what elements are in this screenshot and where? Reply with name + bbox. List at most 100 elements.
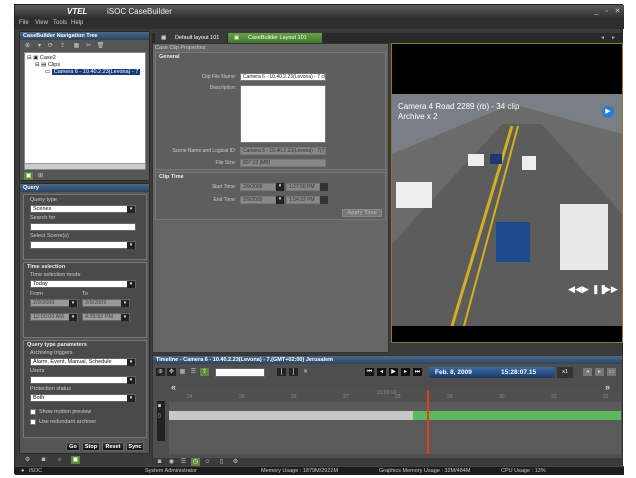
camera-icon[interactable]: ◙ <box>39 456 48 464</box>
menu-view[interactable]: View <box>35 20 48 26</box>
scenes-select[interactable]: ▾ <box>30 241 136 249</box>
restore-icon[interactable]: ▫ <box>602 7 611 16</box>
bracket-start-icon[interactable]: [ <box>277 368 286 376</box>
spinner-icon[interactable] <box>320 183 328 191</box>
list-icon[interactable]: ☰ <box>179 458 188 466</box>
delete-icon[interactable]: 🗑 <box>96 42 105 50</box>
zoom-in-icon[interactable]: ⊕ <box>156 368 165 376</box>
users-select[interactable]: ▾ <box>30 376 136 384</box>
grid-icon[interactable]: ▦ <box>178 368 187 376</box>
pin-icon[interactable]: ⊞ <box>36 172 45 180</box>
menu-tools[interactable]: Tools <box>53 20 67 26</box>
tree-scrollbar[interactable] <box>25 163 145 169</box>
menu-file[interactable]: File <box>19 20 29 26</box>
settings-icon[interactable]: ⚙ <box>23 456 32 464</box>
export-icon[interactable]: ⇪ <box>200 368 209 376</box>
timeline-date: Feb. 8, 2009 <box>435 369 472 376</box>
status-user: System Administrator <box>145 468 197 474</box>
apply-time-button[interactable]: Apply Time <box>342 209 382 217</box>
tab-default-layout[interactable]: ▦ Default layout 101 <box>155 33 227 43</box>
tree-item-clips[interactable]: ⊟ ▤ Clips <box>35 62 60 68</box>
timeline-ruler[interactable]: 15:00:00 24 25 26 27 28 29 30 31 32 <box>169 390 621 400</box>
move-icon[interactable]: ✥ <box>167 368 176 376</box>
close-icon[interactable]: ✕ <box>613 7 622 16</box>
protection-select[interactable]: Both ▾ <box>30 394 136 402</box>
query-type-label: Query type <box>30 197 57 203</box>
chevron-down-icon[interactable]: ▾ <box>35 42 44 50</box>
users-label: Users <box>30 368 45 374</box>
to-time-input[interactable]: 4:35:52 PM ▾ <box>82 313 130 321</box>
stop-button[interactable]: Stop <box>82 442 100 451</box>
timeline-gap-bar <box>169 411 413 420</box>
bracket-end-icon[interactable]: ] <box>289 368 298 376</box>
rewind-icon[interactable]: ◀◀ <box>568 284 582 295</box>
record-icon[interactable]: ◉ <box>167 458 176 466</box>
play-circle-icon[interactable]: ▶ <box>602 106 614 118</box>
add-icon[interactable]: ⊕ <box>23 42 32 50</box>
people-icon[interactable]: ☺ <box>203 458 212 466</box>
play-icon[interactable]: ▶ <box>582 284 589 295</box>
case-icon[interactable]: ▣ <box>71 456 80 464</box>
description-field[interactable] <box>240 85 326 143</box>
to-time-value: 4:35:52 PM <box>85 314 114 320</box>
minimize-icon[interactable]: _ <box>592 7 601 16</box>
clip-time-title: Clip Time <box>159 174 184 180</box>
clock-icon[interactable]: ◷ <box>191 458 200 466</box>
tab-default-layout-label: Default layout 101 <box>175 35 220 41</box>
to-date-select[interactable]: 2/9/2009 ▾ <box>82 299 130 307</box>
case-icon: ▣ <box>234 35 240 41</box>
query-type-select[interactable]: Scenes ▾ <box>30 205 136 213</box>
end-date-field: 2/9/2009 <box>240 196 276 204</box>
tab-casebuilder-layout[interactable]: ▣ CaseBuilder Layout 101 <box>228 33 322 43</box>
settings-icon[interactable]: ⚙ <box>231 458 240 466</box>
track-icons: ◙ ▯ <box>157 401 165 441</box>
use-redundant-checkbox[interactable] <box>30 419 36 425</box>
chevron-down-icon[interactable]: ▾ <box>276 196 284 204</box>
clip-file-name-field[interactable]: Camera 6 - 10.40.2.23(Levona) - 7 cl <box>240 73 326 81</box>
status-graphics: Graphics Memory Usage : 32M/484M <box>379 468 471 474</box>
go-button[interactable]: Go <box>66 442 80 451</box>
status-app-icon: ● <box>21 468 25 474</box>
menu-help[interactable]: Help <box>71 20 83 26</box>
time-mode-select[interactable]: Today ▾ <box>30 280 136 288</box>
play-icon[interactable]: ▶ <box>389 368 398 376</box>
timeline-playhead[interactable] <box>427 390 429 454</box>
show-motion-checkbox[interactable] <box>30 409 36 415</box>
refresh-icon[interactable]: ⟳ <box>46 42 55 50</box>
camera-icon[interactable]: ◙ <box>155 458 164 466</box>
fast-forward-icon[interactable]: ▶▶ <box>604 284 618 295</box>
zoom-fit-icon[interactable]: ▸ <box>595 368 604 376</box>
from-time-input[interactable]: 12:00:00 AM ▾ <box>30 313 78 321</box>
sync-button[interactable]: Sync <box>126 442 144 451</box>
search-input[interactable] <box>30 223 136 231</box>
chevron-down-icon[interactable]: ▾ <box>276 183 284 191</box>
step-back-icon[interactable]: ◂ <box>377 368 386 376</box>
grid-icon[interactable]: ▦ <box>72 42 81 50</box>
speed-select[interactable]: x1 <box>557 367 573 378</box>
case-tab-icon[interactable]: ▣ <box>24 172 33 180</box>
cut-icon[interactable]: ✂ <box>84 42 93 50</box>
from-date-select[interactable]: 2/9/2009 ▾ <box>30 299 78 307</box>
reset-button[interactable]: Reset <box>102 442 124 451</box>
tab-prev-icon[interactable]: ◂ <box>601 34 604 41</box>
timeline-track[interactable] <box>169 390 621 454</box>
clear-icon[interactable]: ✕ <box>301 368 310 376</box>
query-type-value: Scenes <box>33 206 52 212</box>
door-icon[interactable]: ▯ <box>217 458 226 466</box>
archiving-triggers-select[interactable]: Alarm, Event, Manual, Schedule ▾ <box>30 358 136 366</box>
tree-item-clip[interactable]: ▭ Camera 6 - 10.40.2.23(Levona) - 7 <box>45 69 141 75</box>
fullscreen-icon[interactable]: ▭ <box>607 368 616 376</box>
timeline-panel: Timeline - Camera 6 - 10.40.2.23(Levona)… <box>152 355 623 467</box>
list-icon[interactable]: ☰ <box>189 368 198 376</box>
tab-next-icon[interactable]: ▸ <box>612 34 615 41</box>
tree-item-case[interactable]: ⊟ ▣ Case2 <box>27 55 56 61</box>
step-forward-icon[interactable]: ▸ <box>401 368 410 376</box>
spinner-icon[interactable] <box>320 196 328 204</box>
video-viewer[interactable]: Camera 4 Road 2289 (rb) - 34 clip Archiv… <box>391 43 623 343</box>
export-icon[interactable]: ⇪ <box>58 42 67 50</box>
timeline-search-input[interactable] <box>215 368 265 377</box>
zoom-out-icon[interactable]: ◂ <box>583 368 592 376</box>
skip-start-icon[interactable]: ⏮ <box>365 368 374 376</box>
skip-end-icon[interactable]: ⏭ <box>413 368 422 376</box>
search-icon[interactable]: ⌕ <box>55 456 64 464</box>
